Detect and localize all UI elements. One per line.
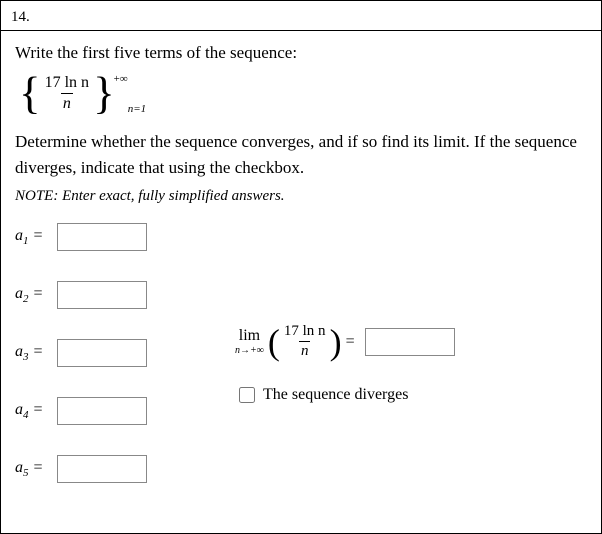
term-input-a3[interactable] xyxy=(57,339,147,367)
sequence-lower-bound: n=1 xyxy=(128,103,146,115)
term-label-a3: a3 = xyxy=(15,343,51,363)
sequence-expression: { 17 ln n n } +∞ n=1 xyxy=(19,73,587,121)
sequence-denominator: n xyxy=(61,93,73,113)
term-row: a3 = xyxy=(15,339,235,367)
limit-row: lim n→+∞ ( 17 ln n n ) = xyxy=(235,323,587,360)
limit-numerator: 17 ln n xyxy=(282,323,328,341)
diverges-row: The sequence diverges xyxy=(235,384,587,406)
term-input-a1[interactable] xyxy=(57,223,147,251)
right-paren: ) xyxy=(330,327,342,357)
limit-expression: lim n→+∞ ( 17 ln n n ) = xyxy=(235,323,359,360)
limit-column: lim n→+∞ ( 17 ln n n ) = xyxy=(235,223,587,513)
limit-input[interactable] xyxy=(365,328,455,356)
term-row: a2 = xyxy=(15,281,235,309)
term-label-a1: a1 = xyxy=(15,227,51,247)
left-brace: { xyxy=(19,73,41,113)
problem-number: 14. xyxy=(1,1,601,30)
instruction-first-five: Write the first five terms of the sequen… xyxy=(15,43,587,63)
lim-text: lim xyxy=(239,327,260,345)
term-row: a1 = xyxy=(15,223,235,251)
note-exact-answers: NOTE: Enter exact, fully simplified answ… xyxy=(15,188,587,205)
sequence-fraction: 17 ln n n xyxy=(43,74,91,113)
equals-sign: = xyxy=(346,333,355,351)
diverges-checkbox[interactable] xyxy=(239,387,255,403)
diverges-label: The sequence diverges xyxy=(263,386,408,404)
term-label-a5: a5 = xyxy=(15,459,51,479)
lim-subscript: n→+∞ xyxy=(235,345,264,356)
problem-body: Write the first five terms of the sequen… xyxy=(1,30,601,533)
term-input-a5[interactable] xyxy=(57,455,147,483)
limit-denominator: n xyxy=(299,341,311,360)
problem-container: 14. Write the first five terms of the se… xyxy=(0,0,602,534)
instruction-converge: Determine whether the sequence converges… xyxy=(15,129,587,180)
left-paren: ( xyxy=(268,327,280,357)
term-row: a5 = xyxy=(15,455,235,483)
sequence-upper-bound: +∞ xyxy=(114,73,128,85)
term-label-a2: a2 = xyxy=(15,285,51,305)
term-input-a4[interactable] xyxy=(57,397,147,425)
terms-column: a1 = a2 = a3 = a4 = a5 = xyxy=(15,223,235,513)
term-label-a4: a4 = xyxy=(15,401,51,421)
sequence-numerator: 17 ln n xyxy=(43,74,91,93)
term-row: a4 = xyxy=(15,397,235,425)
term-input-a2[interactable] xyxy=(57,281,147,309)
right-brace: } xyxy=(93,73,115,113)
limit-fraction: 17 ln n n xyxy=(282,323,328,360)
